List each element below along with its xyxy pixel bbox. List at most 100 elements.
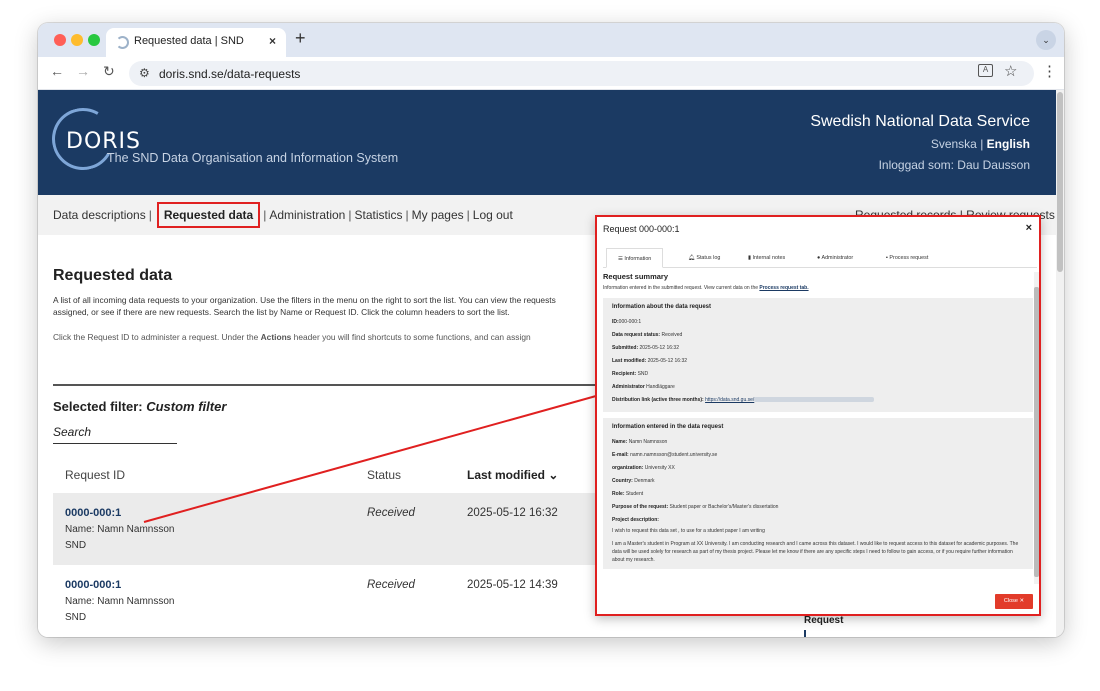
maximize-window-button[interactable] <box>88 34 100 46</box>
request-date: 2025-05-12 16:32 <box>467 507 558 519</box>
info-value: 2025-05-12 16:32 <box>639 345 679 351</box>
requester-org: SND <box>65 612 87 623</box>
modal-close-icon[interactable]: × <box>1026 222 1032 234</box>
info-line: organization: University XX <box>612 462 1024 475</box>
close-window-button[interactable] <box>54 34 66 46</box>
info-line: Administrator Handläggare <box>612 381 1024 394</box>
menu-requested-data[interactable]: Requested data <box>156 202 261 228</box>
intro-text: A list of all incoming data requests to … <box>53 295 556 317</box>
bookmark-star-icon[interactable]: ☆ <box>1004 62 1017 80</box>
request-message: I am a Master's student in Program at XX… <box>612 541 1019 563</box>
request-id-link[interactable]: 0000-000:1 <box>65 507 121 519</box>
requester-org: SND <box>65 540 87 551</box>
info-line: Recipient: SND <box>612 368 1024 381</box>
minimize-window-button[interactable] <box>71 34 83 46</box>
info-label: Purpose of the request: <box>612 504 669 510</box>
lang-separator: | <box>976 137 987 151</box>
menu-statistics[interactable]: Statistics <box>354 208 402 222</box>
info-label: E-mail: <box>612 452 629 458</box>
intro2-bold: Actions <box>260 332 292 342</box>
scrollbar-thumb[interactable] <box>1057 92 1063 272</box>
menu-data-descriptions[interactable]: Data descriptions <box>53 208 146 222</box>
info-value: University XX <box>644 465 675 471</box>
info-value: 2025-05-12 16:32 <box>647 358 688 364</box>
info-line: Role: Student <box>612 488 1024 501</box>
tab-label: Status log <box>696 255 721 261</box>
info-value: Denmark <box>634 478 655 484</box>
info-value: Student paper or Bachelor's/Master's dis… <box>669 504 779 510</box>
address-bar[interactable]: ⚙ doris.snd.se/data-requests <box>129 61 1034 86</box>
tab-status-log[interactable]: 🔔︎ Status log <box>688 248 720 268</box>
site-header: DORIS The SND Data Organisation and Info… <box>38 90 1056 195</box>
request-modal: Request 000-000:1 × ☰ Information 🔔︎ Sta… <box>595 215 1041 616</box>
column-header-status[interactable]: Status <box>367 468 401 482</box>
menu-log-out[interactable]: Log out <box>473 208 513 222</box>
forward-arrow-icon[interactable]: → <box>76 63 90 79</box>
tab-search-button[interactable]: ⌄ <box>1036 30 1056 50</box>
page-title: Requested data <box>53 267 173 284</box>
intro-text-2: Click the Request ID to administer a req… <box>53 332 608 342</box>
info-line: Name: Namn Namnsson <box>612 436 1024 449</box>
column-header-last-modified[interactable]: Last modified ⌄ <box>467 468 558 482</box>
modal-tabs: ☰ Information 🔔︎ Status log ▮ Internal n… <box>603 248 1037 268</box>
search-input[interactable]: Search <box>53 425 177 444</box>
entered-heading: Information entered in the data request <box>612 424 724 430</box>
info-line: Country: Denmark <box>612 475 1024 488</box>
divider <box>53 384 598 386</box>
info-label: Administrator <box>612 384 645 390</box>
filter-label: Selected filter: <box>53 399 147 414</box>
tab-information[interactable]: ☰ Information <box>606 248 664 268</box>
org-name: Swedish National Data Service <box>810 113 1030 130</box>
menu-separator: | <box>466 208 470 222</box>
info-value: Namn Namnsson <box>628 439 668 445</box>
info-line: Purpose of the request: Student paper or… <box>612 501 1024 514</box>
info-label: Country: <box>612 478 633 484</box>
tab-internal-notes[interactable]: ▮ Internal notes <box>748 248 785 268</box>
language-switch: Svenska | English <box>931 137 1030 151</box>
project-description: I wish to request this data set , to use… <box>612 528 765 534</box>
new-tab-button[interactable]: + <box>295 28 306 49</box>
side-panel-label: Request <box>804 615 844 626</box>
tab-label: Administrator <box>821 255 854 261</box>
reload-icon[interactable]: ↻ <box>103 63 115 80</box>
tab-label: Internal notes <box>752 255 786 261</box>
tab-administrator[interactable]: ● Administrator <box>817 248 853 268</box>
tab-process-request[interactable]: ▪ Process request <box>886 248 928 268</box>
modal-scrollbar[interactable] <box>1034 272 1039 584</box>
requester-name: Name: Namn Namnsson <box>65 596 175 607</box>
distribution-link[interactable]: https://data.snd.gu.se/ <box>705 397 754 403</box>
menu-my-pages[interactable]: My pages <box>412 208 464 222</box>
site-settings-icon[interactable]: ⚙ <box>139 66 150 80</box>
url-text[interactable]: doris.snd.se/data-requests <box>159 67 300 81</box>
column-header-request-id[interactable]: Request ID <box>65 468 125 482</box>
lang-english-link[interactable]: English <box>987 137 1030 151</box>
back-arrow-icon[interactable]: ← <box>50 63 64 79</box>
lang-svenska-link[interactable]: Svenska <box>931 137 977 151</box>
tab-title: Requested data | SND <box>134 35 244 47</box>
browser-tab[interactable]: Requested data | SND × <box>106 28 286 57</box>
page-scrollbar[interactable] <box>1056 90 1064 637</box>
menu-separator: | <box>263 208 267 222</box>
menu-administration[interactable]: Administration <box>269 208 345 222</box>
info-value: Received <box>661 332 683 338</box>
doris-logo[interactable]: DORIS The SND Data Organisation and Info… <box>45 101 398 178</box>
browser-menu-icon[interactable]: ⋮ <box>1042 62 1057 80</box>
redacted-link-part <box>754 397 875 403</box>
tab-close-button[interactable]: × <box>269 34 276 48</box>
info-line: Last modified: 2025-05-12 16:32 <box>612 355 1024 368</box>
info-label: ID: <box>612 319 619 325</box>
info-label: Distribution link (active three months): <box>612 397 704 403</box>
info-line: E-mail: namn.namnsson@student.university… <box>612 449 1024 462</box>
request-id-link[interactable]: 0000-000:1 <box>65 579 121 591</box>
modal-scrollbar-thumb[interactable] <box>1034 287 1039 577</box>
info-line: Distribution link (active three months):… <box>612 394 1024 407</box>
table-row: 0000-000:1 Name: Namn Namnsson SND Recei… <box>53 565 598 637</box>
info-label: Name: <box>612 439 628 445</box>
translate-icon[interactable]: A <box>978 64 993 77</box>
process-request-link[interactable]: Process request tab. <box>759 285 808 291</box>
browser-toolbar: ← → ↻ ⚙ doris.snd.se/data-requests A ☆ ⋮ <box>38 57 1064 90</box>
intro2-pre: Click the Request ID to administer a req… <box>53 332 261 342</box>
info-line: Project description: <box>612 514 1024 527</box>
modal-close-button[interactable]: Close ✕ <box>995 594 1033 609</box>
info-line: Data request status: Received <box>612 329 1024 342</box>
